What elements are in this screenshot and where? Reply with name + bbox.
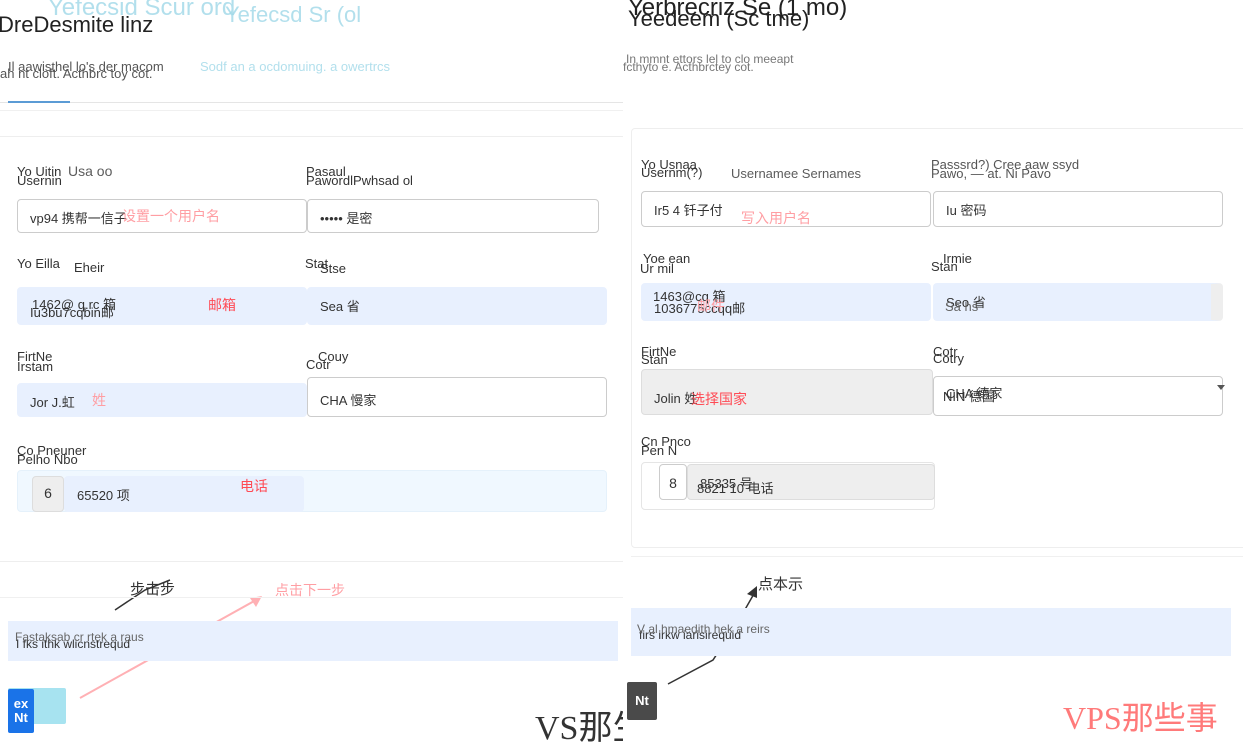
username-label-ghost: Usa oo [68, 163, 113, 179]
email-label-b: Eheir [74, 260, 105, 275]
password-input[interactable]: ••••• 是密 [307, 199, 599, 233]
state-input-ghost: Sa hs [945, 299, 979, 314]
phone-label-b: Pen N [641, 443, 678, 458]
phone-input[interactable]: 65520 项 [64, 476, 304, 512]
firstname-label-b: Irstam [17, 359, 54, 374]
next-button[interactable]: ex Nt [8, 689, 34, 733]
page-subtitle-b: ah nt cloft. Acthbrc toy cot. [0, 66, 153, 81]
state-input[interactable]: Sea 省 [307, 287, 607, 325]
next-button-label: Nt [14, 710, 28, 725]
password-label-b: PawordlPwhsad ol [306, 173, 413, 188]
notice-ghost: Fastaksab cr rtek a raus [15, 630, 144, 644]
annotation-arrow-small [114, 579, 171, 611]
phone-note: 电话 [240, 478, 268, 494]
username-note: 设置一个用户名 [122, 208, 220, 224]
firstname-input[interactable]: Jolin 姓 [641, 369, 933, 415]
page-title: DreDesmite linz [0, 12, 154, 37]
email-note: 邮件 [697, 298, 725, 314]
email-input-ghost: 1462@ q.rc 箱 [32, 297, 117, 312]
firstname-input[interactable]: Jor J.虹 [17, 383, 307, 417]
next-button[interactable]: Nt [627, 682, 657, 720]
next-button-label-top: ex [13, 696, 29, 711]
phone-country-code[interactable]: 8 [659, 464, 687, 500]
right-registration-panel: Yerbrecriz Se (1 mo) Yeedeem (Sc tme) In… [623, 0, 1243, 744]
email-label-b: Ur mil [640, 261, 674, 276]
page-title-b: Yeedeem (Sc tme) [628, 6, 810, 31]
password-input[interactable]: Iu 密码 [933, 191, 1223, 227]
username-label-b: Usernin [17, 173, 62, 188]
country-label-b: Cotr [306, 357, 331, 372]
email-note: 邮箱 [208, 297, 236, 313]
username-label-ghost: Usernamee Sernames [731, 166, 862, 181]
phone-input-ghost: 8821 10 电话 [697, 481, 774, 496]
chevron-down-icon[interactable] [1217, 385, 1225, 390]
username-label-b: Usernm(?) [641, 165, 703, 180]
watermark: VPS那些事 [1063, 700, 1218, 736]
email-label-a: Yo Eilla [17, 256, 60, 271]
password-label-b: Pawo, — at. Ni Pavo [931, 166, 1051, 181]
state-label-b: Stan [931, 259, 958, 274]
watermark: VS那生 [535, 710, 623, 744]
tab-divider [0, 102, 623, 103]
country-select[interactable]: CHA 慢家 [307, 377, 607, 417]
country-select-ghost: NIN 德国 [943, 389, 996, 404]
page-subtitle-ghost: Sodf an a ocdomuing. a owertrcs [200, 59, 391, 74]
step-divider [631, 556, 1243, 557]
phone-country-code[interactable]: 6 [32, 476, 64, 512]
tab-active-indicator[interactable] [8, 101, 70, 103]
page-subtitle-b: fcthyto e. Acthbrctey cot. [623, 60, 754, 74]
phone-label-b: Pelho Nbo [17, 452, 78, 467]
notice-divider [0, 597, 623, 598]
notice-ghost: V al hmaedith hek a reirs [637, 622, 770, 636]
country-label-b: Cotry [933, 351, 965, 366]
page-title-ghost-2: Yefecsd Sr (ol [225, 2, 362, 27]
step-label: 点本示 [758, 576, 804, 593]
tab-divider-2 [0, 110, 623, 111]
state-label-b: Stse [320, 261, 347, 276]
left-registration-panel: Yefecsid Scur ord Yefecsd Sr (ol DreDesm… [0, 0, 623, 744]
firstname-note: 姓 [92, 392, 106, 408]
firstname-label-b: Stan [641, 352, 668, 367]
username-note: 写入用户名 [741, 210, 811, 226]
firstname-note: 选择国家 [691, 391, 747, 407]
